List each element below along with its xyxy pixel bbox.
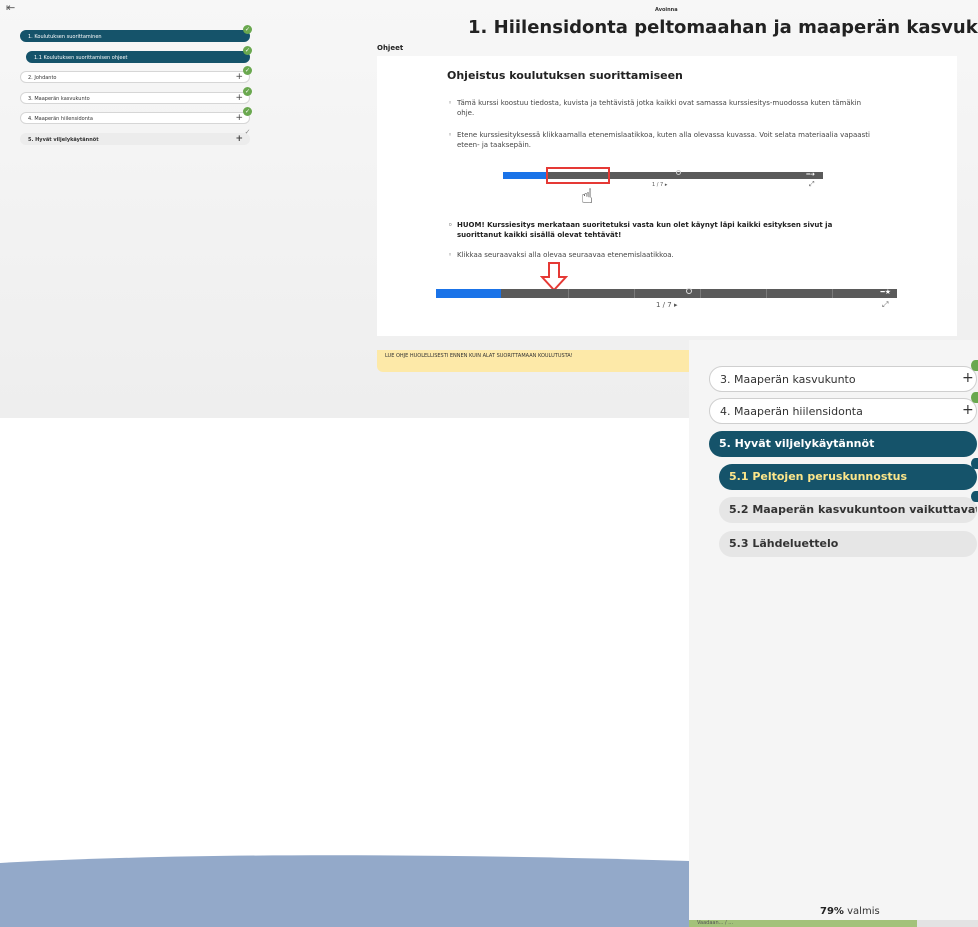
course-progress-text: 79% valmis xyxy=(820,906,880,917)
nav-item-maaperan-hiilensidonta[interactable]: 4. Maaperän hiilensidonta + ✓ xyxy=(20,107,252,124)
check-circle-icon: ✓ xyxy=(243,25,252,34)
page-title: 1. Hiilensidonta peltomaahan ja maaperän… xyxy=(468,17,978,38)
check-circle-icon xyxy=(971,392,978,403)
sidebar-item-label: 5.3 Lähdeluettelo xyxy=(729,537,839,550)
collapse-menu-icon[interactable]: ⇤ xyxy=(6,1,15,14)
progress-percent: 79% xyxy=(820,906,844,917)
progress-segment-divider xyxy=(766,289,767,298)
progress-suffix: valmis xyxy=(847,906,880,917)
plus-icon[interactable]: + xyxy=(235,92,243,104)
instruction-bullet: Tämä kurssi koostuu tiedosta, kuvista ja… xyxy=(448,98,877,118)
plus-icon[interactable]: + xyxy=(962,370,974,386)
check-outline-icon: ✓ xyxy=(244,127,251,136)
instruction-bullet: Etene kurssiesityksessä klikkaamalla ete… xyxy=(448,130,877,150)
section-label: Ohjeet xyxy=(377,44,404,52)
progress-segment-divider xyxy=(634,289,635,298)
sidebar-item-label: 5.2 Maaperän kasvukuntoon vaikuttavat te… xyxy=(729,503,977,516)
example-progress-fill xyxy=(503,172,548,179)
arrow-right-icon: ━➜ xyxy=(806,171,815,178)
hand-pointer-icon: ☝ xyxy=(581,184,594,208)
check-circle-icon: ✓ xyxy=(243,107,252,116)
card-heading: Ohjeistus koulutuksen suorittamiseen xyxy=(447,69,683,82)
progress-segment-divider xyxy=(700,289,701,298)
nav-item-koulutuksen-suorittaminen[interactable]: 1. Koulutuksen suorittaminen ✓ xyxy=(20,25,252,42)
nav-item-label: 4. Maaperän hiilensidonta xyxy=(28,116,93,122)
check-circle-icon xyxy=(971,360,978,371)
nav-item-suorittamisen-ohjeet[interactable]: 1.1 Koulutuksen suorittamisen ohjeet ✓ xyxy=(26,45,252,63)
progress-knob xyxy=(686,288,692,294)
course-nav-preview: 1. Koulutuksen suorittaminen ✓ 1.1 Koulu… xyxy=(20,25,252,153)
sidebar-item-label: 5.1 Peltojen peruskunnostus xyxy=(729,470,908,483)
expand-icon[interactable]: ⤢ xyxy=(882,300,888,310)
check-circle-icon: ✓ xyxy=(243,45,252,55)
sidebar-item-label: 5. Hyvät viljelykäytännöt xyxy=(719,437,875,450)
progress-caption: Vaadaan... / ... xyxy=(697,920,734,926)
instructions-card: Ohjeistus koulutuksen suorittamiseen Täm… xyxy=(377,56,957,336)
plus-icon[interactable]: + xyxy=(235,133,243,145)
example-page-counter: 1 / 7 ▸ xyxy=(652,182,668,188)
check-circle-icon: ✓ xyxy=(243,66,252,75)
progress-segment-divider xyxy=(832,289,833,298)
nav-item-label: 1. Koulutuksen suorittaminen xyxy=(28,34,102,40)
sidebar-item-hyvat-viljelykaytannot[interactable]: 5. Hyvät viljelykäytännöt xyxy=(709,431,977,457)
page-progress-fill xyxy=(436,289,501,298)
arrow-down-icon xyxy=(540,262,568,292)
sidebar-item-label: 3. Maaperän kasvukunto xyxy=(720,373,856,386)
check-circle-icon: ✓ xyxy=(243,86,252,96)
course-progress-bar: Vaadaan... / ... xyxy=(689,920,978,927)
decorative-wave xyxy=(0,855,689,927)
course-sidebar: 3. Maaperän kasvukunto + 4. Maaperän hii… xyxy=(689,340,978,927)
page-counter: 1 / 7 ▸ xyxy=(656,301,678,309)
sidebar-item-label: 4. Maaperän hiilensidonta xyxy=(720,405,863,418)
nav-item-label: 5. Hyvät viljelykäytännöt xyxy=(28,136,99,143)
sidebar-item-kasvukuntoon-vaikuttavat-tekijat[interactable]: 5.2 Maaperän kasvukuntoon vaikuttavat te… xyxy=(719,497,977,523)
expand-icon: ⤢ xyxy=(809,180,815,188)
sidebar-item-maaperan-kasvukunto[interactable]: 3. Maaperän kasvukunto xyxy=(709,366,977,392)
highlight-box xyxy=(546,167,610,184)
arrow-right-icon[interactable]: ━★ xyxy=(881,288,892,296)
progress-segment-divider xyxy=(568,289,569,298)
plus-icon[interactable]: + xyxy=(235,71,243,83)
instruction-bullet: Klikkaa seuraavaksi alla olevaa seuraava… xyxy=(448,250,877,260)
nav-item-label: 1.1 Koulutuksen suorittamisen ohjeet xyxy=(34,54,128,61)
nav-item-label: 3. Maaperän kasvukunto xyxy=(28,95,90,102)
sidebar-item-maaperan-hiilensidonta[interactable]: 4. Maaperän hiilensidonta xyxy=(709,398,977,424)
warning-text: LUE OHJE HUOLELLISESTI ENNEN KUIN ALAT S… xyxy=(385,353,573,359)
nav-item-hyvat-viljelykaytannot[interactable]: 5. Hyvät viljelykäytännöt + ✓ xyxy=(20,128,250,145)
instruction-bullet: HUOM! Kurssiesitys merkataan suoritetuks… xyxy=(448,220,877,240)
status-label: Avoinna xyxy=(655,7,678,13)
nav-item-maaperan-kasvukunto[interactable]: 3. Maaperän kasvukunto + ✓ xyxy=(20,86,252,104)
sidebar-item-lahdeluettelo[interactable]: 5.3 Lähdeluettelo xyxy=(719,531,977,557)
status-badge xyxy=(971,491,978,502)
plus-icon[interactable]: + xyxy=(962,402,974,418)
nav-item-label: 2. Johdanto xyxy=(28,75,57,81)
status-badge xyxy=(971,458,978,469)
nav-item-johdanto[interactable]: 2. Johdanto + ✓ xyxy=(20,66,252,83)
page-progress-bar[interactable]: ━★ xyxy=(436,288,897,298)
plus-icon[interactable]: + xyxy=(235,112,243,124)
sidebar-item-peltojen-peruskunnostus[interactable]: 5.1 Peltojen peruskunnostus xyxy=(719,464,977,490)
progress-knob xyxy=(676,170,681,175)
